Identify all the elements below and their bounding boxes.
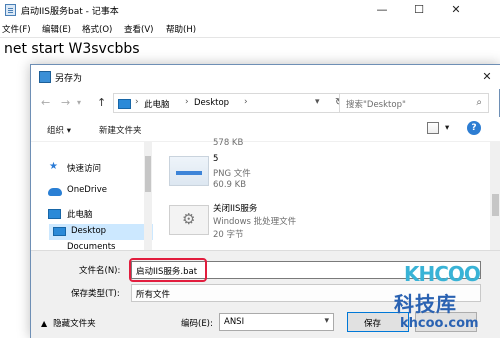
notepad-menubar: 文件(F) 编辑(E) 格式(O) 查看(V) 帮助(H) [0, 20, 500, 37]
star-icon: ★ [49, 161, 58, 172]
notepad-title: 启动IIS服务bat - 记事本 [21, 7, 119, 17]
chevron-right-icon[interactable]: › [244, 97, 248, 107]
hide-folders-toggle[interactable]: ▲ 隐藏文件夹 [41, 317, 96, 329]
breadcrumb-desktop[interactable]: Desktop [194, 98, 229, 108]
file-type-1: PNG 文件 [213, 169, 251, 179]
nav-onedrive[interactable]: OneDrive [67, 185, 107, 195]
view-options-icon[interactable] [427, 122, 439, 134]
navigation-bar: ← → ▾ ↑ › 此电脑 › Desktop › ▾ ↻ 搜索"Desktop… [31, 89, 500, 117]
chevron-down-icon[interactable]: ▾ [315, 97, 320, 107]
menu-file[interactable]: 文件(F) [2, 23, 31, 35]
search-placeholder: 搜索"Desktop" [346, 100, 406, 110]
file-list: 578 KB 5 PNG 文件 60.9 KB 关闭IIS服务 Windows … [155, 138, 500, 250]
address-bar[interactable]: › 此电脑 › Desktop › ▾ ↻ [113, 93, 358, 113]
encoding-value: ANSI [224, 317, 245, 327]
menu-view[interactable]: 查看(V) [124, 23, 153, 35]
chevron-down-icon: ▾ [324, 316, 329, 326]
forward-icon[interactable]: → [61, 96, 70, 109]
file-type-2: Windows 批处理文件 [213, 217, 297, 227]
chevron-right-icon[interactable]: › [135, 97, 139, 107]
breadcrumb-this-pc[interactable]: 此电脑 [144, 98, 170, 110]
nav-this-pc[interactable]: 此电脑 [67, 208, 93, 220]
filetype-value: 所有文件 [136, 290, 171, 300]
new-folder-button[interactable]: 新建文件夹 [99, 124, 142, 136]
watermark-logo: KHCOO 科技库 khcoo.com [386, 256, 500, 338]
save-dialog-icon [39, 71, 51, 83]
dialog-toolbar: 组织 ▾ 新建文件夹 ▾ ? [31, 117, 500, 142]
file-size-2: 20 字节 [213, 230, 244, 240]
recent-dropdown-icon[interactable]: ▾ [77, 98, 81, 107]
dialog-titlebar: 另存为 ✕ [31, 65, 500, 89]
encoding-label: 编码(E): [181, 319, 213, 329]
notepad-icon [5, 4, 16, 16]
search-icon[interactable]: ⌕ [476, 97, 482, 108]
dialog-title: 另存为 [55, 74, 83, 84]
dialog-close-button[interactable]: ✕ [473, 65, 500, 89]
chevron-right-icon[interactable]: › [185, 97, 189, 107]
menu-format[interactable]: 格式(O) [82, 23, 112, 35]
notepad-content[interactable]: net start W3svcbbs [4, 41, 140, 57]
watermark-chinese: 科技库 [394, 292, 457, 316]
desktop-icon [53, 227, 66, 236]
organize-button[interactable]: 组织 ▾ [47, 124, 71, 136]
encoding-select[interactable]: ANSI ▾ [219, 313, 334, 331]
notepad-titlebar: 启动IIS服务bat - 记事本 — ☐ ✕ [0, 0, 500, 20]
filetype-label: 保存类型(T): [71, 289, 120, 299]
filename-label: 文件名(N): [79, 266, 121, 276]
watermark-brand: KHCOO [404, 262, 481, 286]
computer-icon [48, 209, 61, 219]
hide-folders-label: 隐藏文件夹 [53, 319, 96, 329]
file-name-1[interactable]: 5 [213, 154, 218, 164]
up-icon[interactable]: ↑ [97, 96, 106, 109]
file-size-1: 60.9 KB [213, 180, 247, 190]
view-dropdown-icon[interactable]: ▾ [445, 123, 449, 133]
watermark-url: khcoo.com [400, 316, 479, 331]
minimize-button[interactable]: — [365, 0, 399, 20]
save-button-label: 保存 [364, 319, 382, 329]
search-box[interactable]: 搜索"Desktop" ⌕ [339, 93, 489, 113]
file-scrollbar-thumb[interactable] [492, 194, 499, 216]
help-icon[interactable]: ? [467, 121, 481, 135]
computer-icon [118, 99, 131, 109]
nav-scrollbar-thumb[interactable] [145, 156, 151, 192]
file-partial-size: 578 KB [213, 138, 244, 147]
file-name-2[interactable]: 关闭IIS服务 [213, 202, 257, 214]
back-icon[interactable]: ← [41, 96, 50, 109]
nav-documents[interactable]: Documents [67, 242, 115, 250]
cloud-icon [48, 188, 62, 196]
chevron-up-icon: ▲ [41, 319, 48, 328]
close-button[interactable]: ✕ [439, 0, 473, 20]
watermark-brand-box: KHCOO [404, 260, 482, 290]
maximize-button[interactable]: ☐ [402, 0, 436, 20]
navigation-pane: ★ 快速访问 OneDrive 此电脑 Desktop Documents [31, 142, 153, 250]
batch-file-icon[interactable] [169, 205, 209, 235]
png-thumbnail-icon[interactable] [169, 156, 209, 186]
nav-desktop-selected[interactable]: Desktop [49, 224, 153, 240]
menu-edit[interactable]: 编辑(E) [42, 23, 71, 35]
nav-desktop-label: Desktop [71, 226, 107, 236]
menu-help[interactable]: 帮助(H) [166, 23, 196, 35]
nav-quick-access[interactable]: 快速访问 [67, 162, 101, 174]
filename-highlight [129, 258, 207, 282]
